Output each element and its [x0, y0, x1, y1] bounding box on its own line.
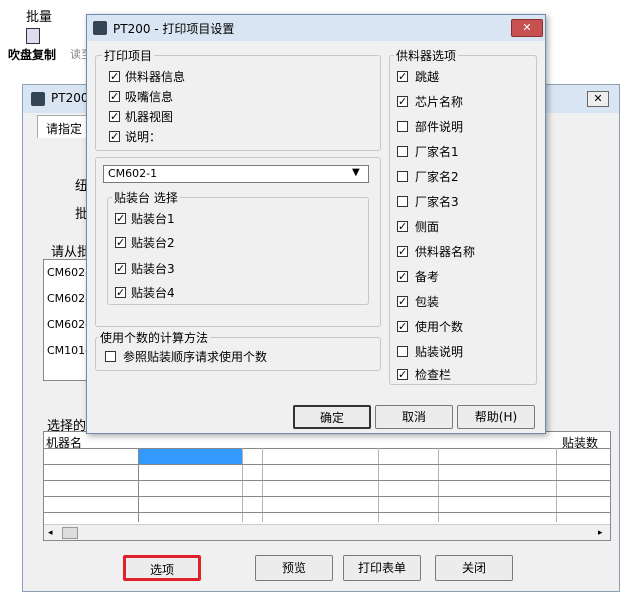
options-button-label: 选项: [149, 563, 174, 577]
cancel-button-label: 取消: [401, 410, 426, 424]
table-column-divider: [262, 448, 263, 522]
checkbox-placement-desc[interactable]: [397, 346, 408, 357]
checkbox-feeder-info[interactable]: ✓: [109, 71, 120, 82]
selected-cell[interactable]: [139, 449, 242, 464]
table-row[interactable]: [44, 512, 610, 513]
scroll-thumb[interactable]: [62, 527, 78, 539]
refer-sequence-label: 参照贴装顺序请求使用个数: [123, 350, 268, 364]
dialog-title: PT200 - 打印项目设置: [113, 22, 235, 36]
placement-desc-label: 贴装说明: [415, 345, 464, 359]
scroll-right-icon[interactable]: ▸: [598, 528, 603, 538]
placement-4-label: 贴装台4: [131, 286, 175, 300]
scroll-left-icon[interactable]: ◂: [48, 528, 53, 538]
checkbox-remarks[interactable]: ✓: [397, 271, 408, 282]
part-desc-label: 部件说明: [415, 120, 464, 134]
packaging-label: 包装: [415, 295, 440, 309]
checkbox-skip[interactable]: ✓: [397, 71, 408, 82]
help-button-label: 帮助(H): [474, 410, 518, 424]
table-column-divider: [438, 448, 439, 522]
checkbox-description[interactable]: ✓: [109, 131, 120, 142]
checkbox-nozzle-info[interactable]: ✓: [109, 91, 120, 102]
remarks-label: 备考: [415, 270, 440, 284]
machine-view-label: 机器视图: [125, 110, 174, 124]
checkbox-maker-2[interactable]: [397, 171, 408, 182]
list-item[interactable]: CM602-: [47, 292, 89, 305]
placement-3-label: 贴装台3: [131, 262, 175, 276]
checkbox-placement-4[interactable]: ✓: [115, 287, 126, 298]
check-column-label: 检查栏: [415, 368, 452, 382]
close-icon: ✕: [522, 21, 532, 34]
maker-3-label: 厂家名3: [415, 195, 459, 209]
checkbox-placement-1[interactable]: ✓: [115, 213, 126, 224]
table-column-divider: [378, 448, 379, 522]
toolbar-copy-label[interactable]: 吹盘复制: [8, 46, 56, 63]
checkbox-maker-3[interactable]: [397, 196, 408, 207]
table-column-divider: [242, 448, 243, 522]
chip-name-label: 芯片名称: [415, 95, 464, 109]
print-list-button-label: 打印表单: [357, 561, 406, 575]
bg-list-label: 请从批: [51, 245, 91, 260]
checkbox-usage-count[interactable]: ✓: [397, 321, 408, 332]
app-icon: [31, 92, 45, 106]
bg-table[interactable]: 机器名 贴装数 ◂ ▸: [43, 431, 611, 541]
checkbox-feeder-name[interactable]: ✓: [397, 246, 408, 257]
table-row[interactable]: [44, 496, 610, 497]
checkbox-packaging[interactable]: ✓: [397, 296, 408, 307]
preview-button-label: 预览: [281, 561, 306, 575]
dialog-titlebar[interactable]: PT200 - 打印项目设置 ✕: [87, 15, 545, 41]
machine-select[interactable]: CM602-1 ▼: [103, 165, 369, 183]
table-column-divider: [556, 448, 557, 522]
feeder-name-label: 供料器名称: [415, 245, 476, 259]
checkbox-placement-3[interactable]: ✓: [115, 263, 126, 274]
checkbox-placement-2[interactable]: ✓: [115, 237, 126, 248]
bg-tab-label: 请指定: [46, 122, 83, 136]
table-row[interactable]: [44, 480, 610, 481]
skip-label: 跳越: [415, 70, 440, 84]
print-settings-dialog: PT200 - 打印项目设置 ✕ 打印项目 ✓ 供料器信息 ✓ 吸嘴信息 ✓ 机…: [86, 14, 546, 434]
bg-window-title: PT200: [51, 91, 89, 105]
placement-group-title: 贴装台 选择: [112, 189, 180, 206]
table-header-row: [44, 448, 610, 449]
checkbox-side[interactable]: ✓: [397, 221, 408, 232]
placement-1-label: 贴装台1: [131, 212, 175, 226]
nozzle-info-label: 吸嘴信息: [125, 90, 174, 104]
chevron-down-icon[interactable]: ▼: [352, 167, 360, 178]
checkbox-check-column[interactable]: ✓: [397, 369, 408, 380]
checkbox-chip-name[interactable]: ✓: [397, 96, 408, 107]
table-row[interactable]: [44, 464, 610, 465]
toolbar-batch-label[interactable]: 批量: [26, 6, 52, 25]
usage-count-label: 使用个数: [415, 320, 464, 334]
feeder-options-group-title: 供料器选项: [394, 47, 459, 64]
checkbox-refer-sequence[interactable]: [105, 351, 116, 362]
checkbox-maker-1[interactable]: [397, 146, 408, 157]
preview-button[interactable]: 预览: [255, 555, 333, 581]
horizontal-scrollbar[interactable]: ◂ ▸: [44, 524, 610, 540]
help-button[interactable]: 帮助(H): [457, 405, 535, 429]
list-item[interactable]: CM602-: [47, 266, 89, 279]
checkbox-machine-view[interactable]: ✓: [109, 111, 120, 122]
print-items-group-title: 打印项目: [102, 47, 155, 64]
close-button-label: 关闭: [461, 561, 486, 575]
options-button[interactable]: 选项: [123, 555, 201, 581]
bg-close-button[interactable]: ✕: [587, 91, 609, 107]
maker-2-label: 厂家名2: [415, 170, 459, 184]
copy-icon[interactable]: [26, 28, 40, 44]
close-button[interactable]: 关闭: [435, 555, 513, 581]
app-icon: [93, 21, 107, 35]
print-list-button[interactable]: 打印表单: [343, 555, 421, 581]
ok-button-label: 确定: [319, 411, 344, 425]
cancel-button[interactable]: 取消: [375, 405, 453, 429]
list-item[interactable]: CM602-: [47, 318, 89, 331]
maker-1-label: 厂家名1: [415, 145, 459, 159]
feeder-info-label: 供料器信息: [125, 70, 186, 84]
dialog-close-button[interactable]: ✕: [511, 19, 543, 37]
description-label: 说明：: [125, 130, 162, 144]
list-item[interactable]: CM101-: [47, 344, 89, 357]
side-label: 侧面: [415, 220, 440, 234]
count-method-title: 使用个数的计算方法: [98, 329, 211, 346]
machine-select-value: CM602-1: [108, 167, 158, 180]
ok-button[interactable]: 确定: [293, 405, 371, 429]
placement-2-label: 贴装台2: [131, 236, 175, 250]
checkbox-part-desc[interactable]: [397, 121, 408, 132]
